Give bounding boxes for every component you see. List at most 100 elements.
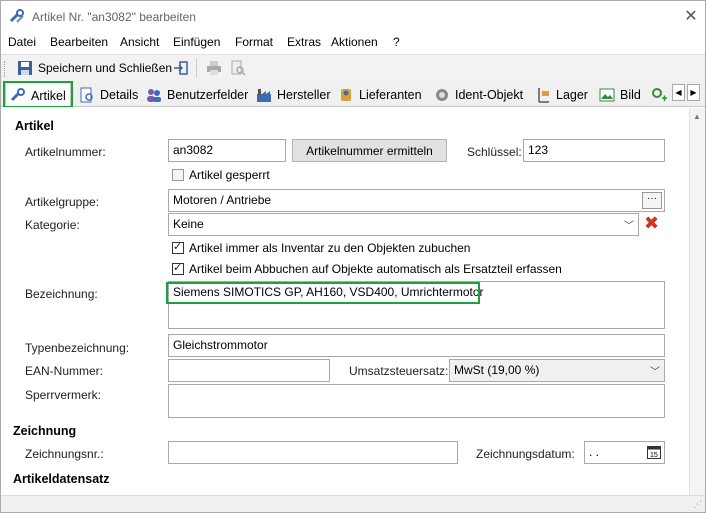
bezeichnung-field[interactable]: Siemens SIMOTICS GP, AH160, VSD400, Umri… — [168, 281, 665, 329]
status-bar: ⋰ — [1, 495, 705, 512]
menu-extras[interactable]: Extras — [287, 35, 321, 49]
artikelgruppe-field[interactable]: Motoren / Antriebe ··· — [168, 189, 665, 212]
menu-bearbeiten[interactable]: Bearbeiten — [50, 35, 108, 49]
factory-icon — [257, 89, 271, 102]
toolbar: Speichern und Schließen — [1, 54, 705, 81]
zeichnungsnr-field[interactable] — [168, 441, 458, 464]
tab-label: Details — [100, 88, 139, 102]
tab-label: Artikel — [31, 88, 66, 103]
tab-lager[interactable]: Lager — [531, 84, 592, 106]
tab-label: Bild — [620, 88, 641, 102]
calendar-icon[interactable]: 15 — [647, 445, 661, 459]
tab-bild[interactable]: Bild — [595, 84, 645, 106]
scroll-up-icon[interactable]: ▲ — [693, 112, 701, 121]
checkbox-label: Artikel gesperrt — [189, 168, 270, 182]
tab-ident-objekt[interactable]: Ident-Objekt — [430, 84, 527, 106]
section-artikeldatensatz: Artikeldatensatz — [13, 472, 110, 486]
menu-datei[interactable]: Datei — [8, 35, 36, 49]
wrench-icon — [10, 87, 25, 101]
section-zeichnung: Zeichnung — [13, 424, 77, 438]
menu-einfuegen[interactable]: Einfügen — [173, 35, 220, 49]
artikelgruppe-value: Motoren / Antriebe — [173, 193, 272, 207]
chevron-down-icon[interactable]: ﹀ — [624, 217, 634, 232]
checkbox-box[interactable] — [172, 240, 184, 254]
ean-field[interactable] — [168, 359, 330, 382]
tab-benutzerfelder[interactable]: Benutzerfelder — [142, 84, 252, 106]
artikelnummer-field[interactable]: an3082 — [168, 139, 286, 162]
menu-ansicht[interactable]: Ansicht — [120, 35, 159, 49]
printer-icon — [207, 61, 221, 75]
export-icon — [174, 61, 188, 75]
ean-label: EAN-Nummer: — [25, 364, 104, 378]
tab-scroll-right[interactable]: ▶ — [687, 84, 700, 101]
close-button[interactable]: ✕ — [681, 7, 701, 27]
vertical-scrollbar[interactable]: ▲ — [689, 108, 705, 496]
tab-label: Benutzerfelder — [167, 88, 249, 102]
artikelgruppe-label: Artikelgruppe: — [25, 195, 100, 209]
tab-hersteller[interactable]: Hersteller — [252, 84, 335, 106]
sperrvermerk-field[interactable] — [168, 384, 665, 418]
schluessel-label: Schlüssel: — [467, 145, 522, 159]
warehouse-icon — [538, 88, 549, 103]
browse-button[interactable]: ··· — [642, 192, 662, 209]
kategorie-label: Kategorie: — [25, 218, 80, 232]
print-preview-icon — [231, 60, 246, 76]
bezeichnung-label: Bezeichnung: — [25, 287, 98, 301]
section-artikel: Artikel — [15, 119, 54, 133]
tab-label: Hersteller — [277, 88, 331, 102]
chevron-down-icon[interactable]: ﹀ — [650, 363, 660, 378]
checkbox-box[interactable] — [172, 261, 184, 275]
inventar-checkbox[interactable]: Artikel immer als Inventar zu den Objekt… — [172, 240, 471, 255]
image-icon — [599, 88, 615, 102]
print-button[interactable] — [206, 57, 222, 79]
schluessel-field[interactable]: 123 — [523, 139, 665, 162]
delete-icon[interactable]: ✖ — [644, 213, 659, 234]
tab-details[interactable]: Details — [75, 84, 142, 106]
typenbezeichnung-label: Typenbezeichnung: — [25, 341, 130, 355]
kategorie-value: Keine — [173, 217, 204, 231]
checkbox-box[interactable] — [172, 169, 184, 181]
zeichnungsnr-label: Zeichnungsnr.: — [25, 447, 104, 461]
save-close-button[interactable]: Speichern und Schließen — [17, 57, 172, 79]
umsatzsteuer-select[interactable]: MwSt (19,00 %) ﹀ — [449, 359, 665, 382]
typenbezeichnung-field[interactable]: Gleichstrommotor — [168, 334, 665, 357]
checkbox-label: Artikel beim Abbuchen auf Objekte automa… — [189, 262, 562, 276]
resize-grip-icon[interactable]: ⋰ — [693, 499, 702, 510]
wrench-icon — [9, 9, 24, 23]
artikelnummer-ermitteln-button[interactable]: Artikelnummer ermitteln — [292, 139, 447, 162]
print-preview-button[interactable] — [230, 57, 246, 79]
menu-aktionen[interactable]: Aktionen — [331, 35, 378, 49]
users-icon — [147, 89, 161, 102]
checkbox-label: Artikel immer als Inventar zu den Objekt… — [189, 241, 471, 255]
export-button[interactable] — [173, 57, 189, 79]
toolbar-separator — [196, 59, 197, 77]
supplier-icon — [341, 89, 351, 101]
menu-format[interactable]: Format — [235, 35, 273, 49]
tab-artikel[interactable]: Artikel — [5, 82, 71, 108]
toolbar-grip[interactable] — [4, 61, 7, 77]
umsatzsteuer-value: MwSt (19,00 %) — [454, 363, 540, 377]
tab-label: Lieferanten — [359, 88, 422, 102]
editor-window: Artikel Nr. "an3082" bearbeiten ✕ Datei … — [0, 0, 706, 513]
artikel-gesperrt-checkbox[interactable]: Artikel gesperrt — [172, 168, 270, 182]
zeichnungsdatum-field[interactable]: . . 15 — [584, 441, 665, 464]
menu-bar: Datei Bearbeiten Ansicht Einfügen Format… — [1, 32, 705, 52]
tab-more[interactable] — [647, 84, 671, 106]
window-title: Artikel Nr. "an3082" bearbeiten — [32, 10, 196, 24]
kategorie-select[interactable]: Keine ﹀ — [168, 213, 639, 236]
title-bar: Artikel Nr. "an3082" bearbeiten ✕ — [1, 1, 705, 32]
menu-help[interactable]: ? — [393, 35, 400, 49]
tab-lieferanten[interactable]: Lieferanten — [334, 84, 426, 106]
ersatzteil-checkbox[interactable]: Artikel beim Abbuchen auf Objekte automa… — [172, 261, 562, 276]
tab-label: Lager — [556, 88, 588, 102]
zeichnungsdatum-label: Zeichnungsdatum: — [476, 447, 575, 461]
tab-label: Ident-Objekt — [455, 88, 524, 102]
save-close-label: Speichern und Schließen — [38, 61, 173, 75]
artikelnummer-label: Artikelnummer: — [25, 145, 106, 159]
svg-text:15: 15 — [650, 452, 658, 459]
tab-scroll-left[interactable]: ◀ — [672, 84, 685, 101]
save-icon — [18, 61, 32, 75]
zeichnungsdatum-value: . . — [589, 445, 600, 459]
umsatzsteuer-label: Umsatzsteuersatz: — [349, 364, 449, 378]
object-icon — [436, 89, 448, 101]
